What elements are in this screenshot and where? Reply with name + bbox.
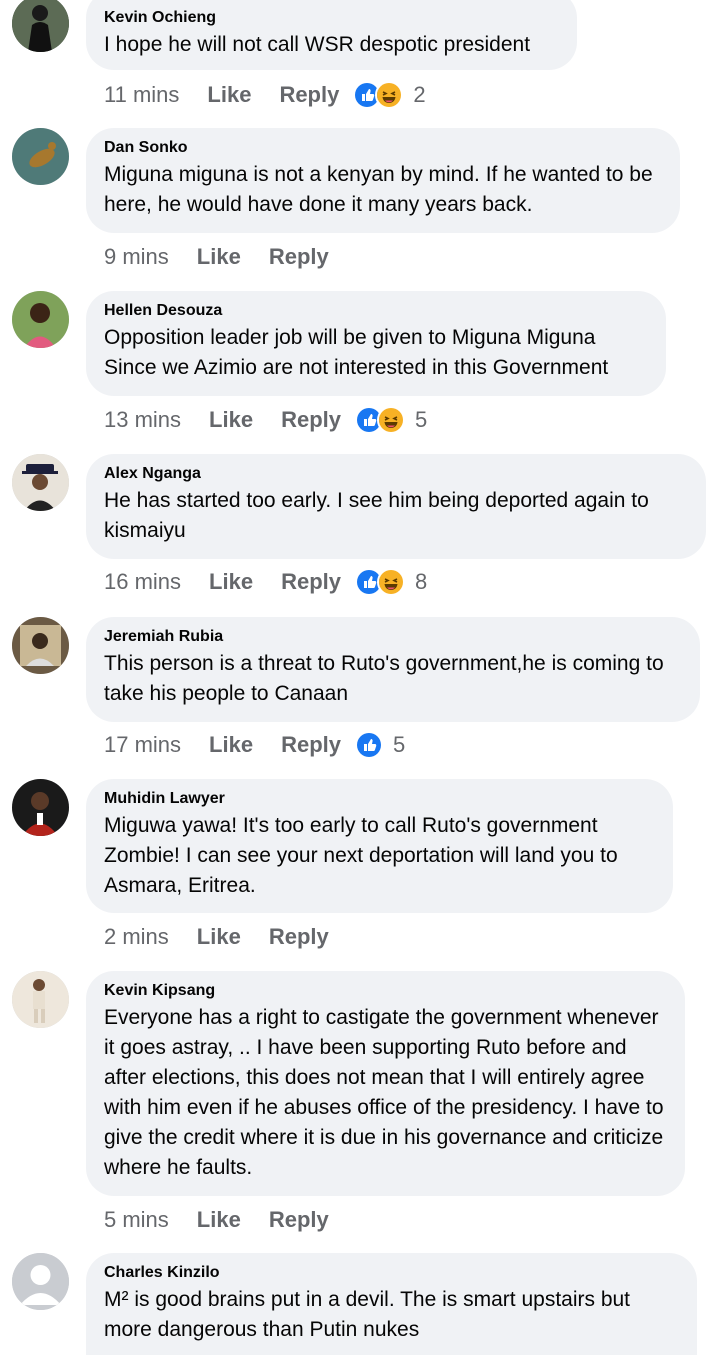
reply-button[interactable]: Reply <box>281 407 341 433</box>
comment-text: Opposition leader job will be given to M… <box>104 326 609 379</box>
comment-actions: 17 mins Like Reply 5 <box>104 730 405 760</box>
person-photo-icon <box>12 291 69 348</box>
reaction-summary[interactable]: 5 <box>355 731 405 759</box>
reply-button[interactable]: Reply <box>269 1207 329 1233</box>
haha-reaction-icon <box>375 81 404 109</box>
like-button[interactable]: Like <box>209 732 253 758</box>
comment-bubble: Kevin Kipsang Everyone has a right to ca… <box>86 971 685 1196</box>
reply-button[interactable]: Reply <box>281 732 341 758</box>
comment-bubble: Kevin Ochieng I hope he will not call WS… <box>86 0 577 70</box>
comment-text: Miguwa yawa! It's too early to call Ruto… <box>104 814 618 897</box>
avatar[interactable] <box>12 617 69 674</box>
reaction-summary[interactable]: 2 <box>353 81 426 109</box>
person-photo-icon <box>12 454 69 511</box>
haha-reaction-icon <box>377 568 405 596</box>
like-button[interactable]: Like <box>207 82 251 108</box>
default-avatar-icon <box>12 1253 69 1310</box>
comment-text: Miguna miguna is not a kenyan by mind. I… <box>104 163 653 216</box>
comment-author[interactable]: Charles Kinzilo <box>104 1263 679 1283</box>
comment-text: This person is a threat to Ruto's govern… <box>104 652 664 705</box>
comment-text: M² is good brains put in a devil. The is… <box>104 1288 631 1341</box>
avatar[interactable] <box>12 0 69 52</box>
like-reaction-icon <box>355 731 383 759</box>
comment-text: I hope he will not call WSR despotic pre… <box>104 33 531 56</box>
comment-author[interactable]: Hellen Desouza <box>104 301 648 321</box>
comment-actions: 2 mins Like Reply <box>104 922 357 952</box>
reply-button[interactable]: Reply <box>281 569 341 595</box>
reaction-count: 5 <box>415 407 428 432</box>
avatar[interactable] <box>12 1253 69 1310</box>
comment-author[interactable]: Jeremiah Rubia <box>104 627 682 647</box>
comment-text: Everyone has a right to castigate the go… <box>104 1006 664 1179</box>
like-button[interactable]: Like <box>209 569 253 595</box>
comment-time[interactable]: 11 mins <box>104 82 179 108</box>
reply-button[interactable]: Reply <box>269 244 329 270</box>
person-photo-icon <box>12 971 69 1028</box>
comment-bubble: Dan Sonko Miguna miguna is not a kenyan … <box>86 128 680 233</box>
reaction-count: 8 <box>415 569 428 594</box>
comment-bubble: Muhidin Lawyer Miguwa yawa! It's too ear… <box>86 779 673 913</box>
reply-button[interactable]: Reply <box>279 82 339 108</box>
reaction-count: 2 <box>413 82 426 107</box>
comment-actions: 11 mins Like Reply 2 <box>104 80 426 110</box>
person-photo-icon <box>12 0 69 52</box>
avatar[interactable] <box>12 291 69 348</box>
comment-author[interactable]: Alex Nganga <box>104 464 688 484</box>
comment-actions: 9 mins Like Reply <box>104 242 357 272</box>
comment-actions: 13 mins Like Reply 5 <box>104 405 427 435</box>
like-button[interactable]: Like <box>197 924 241 950</box>
avatar[interactable] <box>12 454 69 511</box>
comment-time[interactable]: 9 mins <box>104 244 169 270</box>
reaction-count: 5 <box>393 732 406 757</box>
like-button[interactable]: Like <box>197 1207 241 1233</box>
animal-photo-icon <box>12 128 69 185</box>
avatar[interactable] <box>12 779 69 836</box>
like-button[interactable]: Like <box>197 244 241 270</box>
comment-actions: 5 mins Like Reply <box>104 1205 357 1235</box>
comment-time[interactable]: 13 mins <box>104 407 181 433</box>
comment-author[interactable]: Kevin Kipsang <box>104 981 667 1001</box>
haha-reaction-icon <box>377 406 405 434</box>
comment-actions: 16 mins Like Reply 8 <box>104 567 427 597</box>
comment-bubble: Alex Nganga He has started too early. I … <box>86 454 706 559</box>
comment-bubble: Charles Kinzilo M² is good brains put in… <box>86 1253 697 1355</box>
person-photo-icon <box>12 617 69 674</box>
comment-author[interactable]: Muhidin Lawyer <box>104 789 655 809</box>
comment-time[interactable]: 5 mins <box>104 1207 169 1233</box>
comment-bubble: Jeremiah Rubia This person is a threat t… <box>86 617 700 722</box>
reaction-summary[interactable]: 8 <box>355 568 427 596</box>
reply-button[interactable]: Reply <box>269 924 329 950</box>
comment-time[interactable]: 17 mins <box>104 732 181 758</box>
comment-time[interactable]: 2 mins <box>104 924 169 950</box>
comment-time[interactable]: 16 mins <box>104 569 181 595</box>
comment-bubble: Hellen Desouza Opposition leader job wil… <box>86 291 666 396</box>
person-photo-icon <box>12 779 69 836</box>
avatar[interactable] <box>12 128 69 185</box>
like-button[interactable]: Like <box>209 407 253 433</box>
comment-text: He has started too early. I see him bein… <box>104 489 649 542</box>
comment-author[interactable]: Kevin Ochieng <box>104 8 559 28</box>
comment-author[interactable]: Dan Sonko <box>104 138 662 158</box>
reaction-summary[interactable]: 5 <box>355 406 427 434</box>
avatar[interactable] <box>12 971 69 1028</box>
